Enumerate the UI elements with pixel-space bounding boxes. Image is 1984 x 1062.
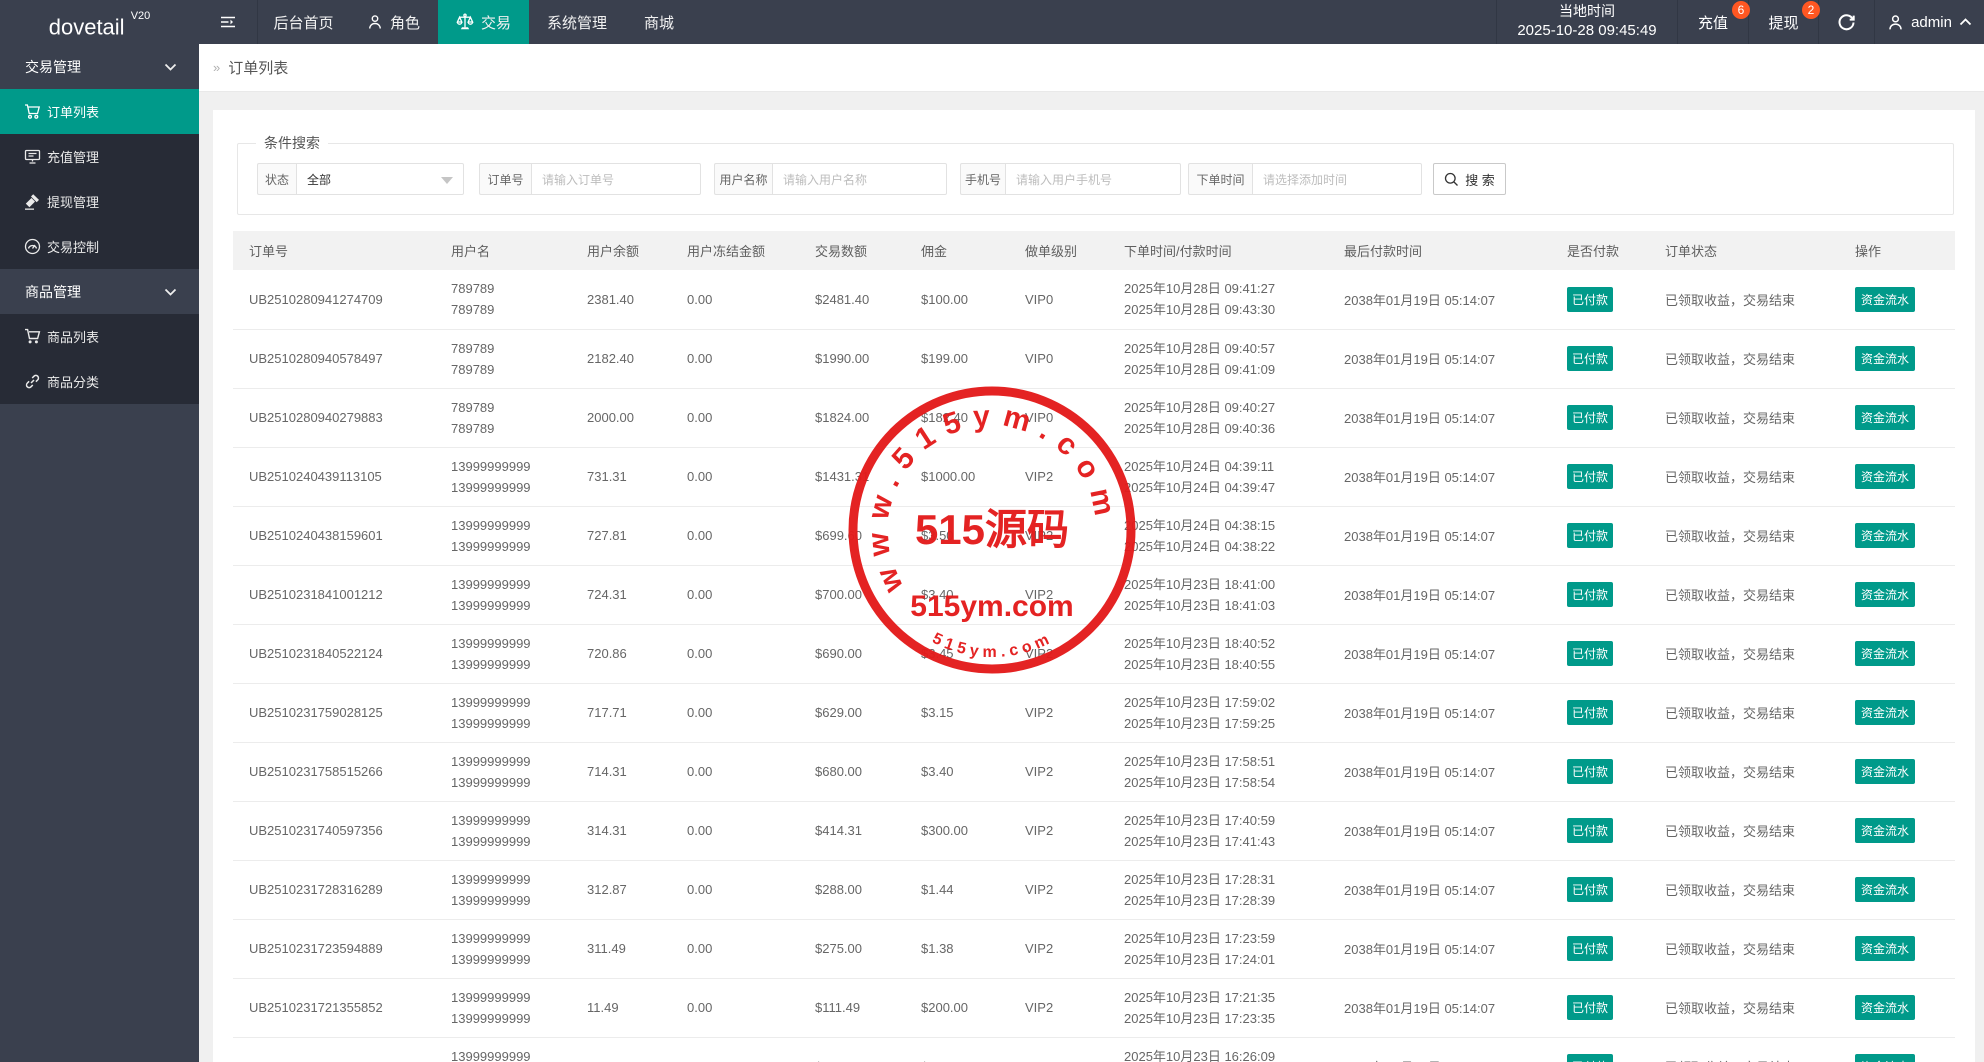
svg-text:515源码: 515源码 (915, 506, 1069, 553)
svg-text:515ym.com: 515ym.com (910, 590, 1073, 623)
svg-text:515ym.com: 515ym.com (930, 629, 1056, 661)
